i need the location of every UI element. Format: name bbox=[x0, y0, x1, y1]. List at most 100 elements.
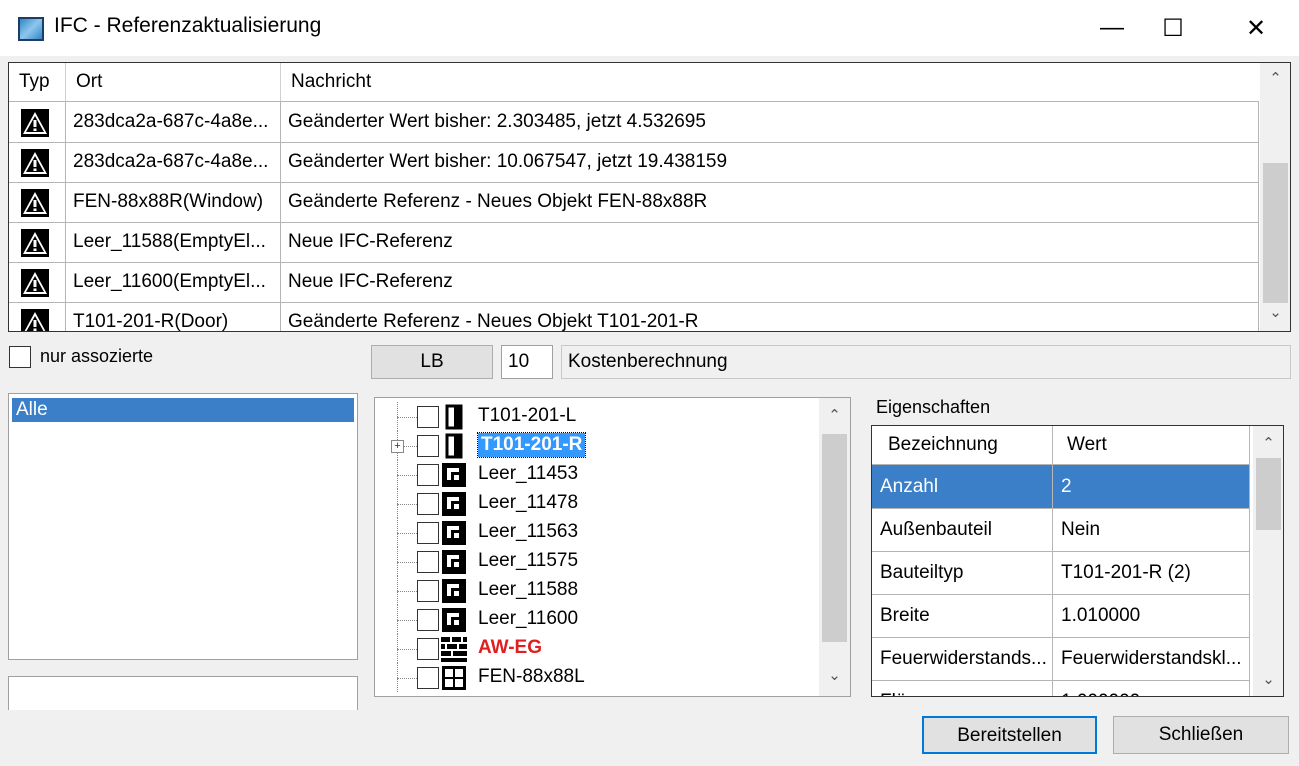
tree-item[interactable]: AW-EG bbox=[375, 634, 815, 663]
tree-line bbox=[397, 649, 417, 650]
properties-scrollbar[interactable]: ⌃ ⌄ bbox=[1253, 426, 1283, 696]
tree-item[interactable]: Leer_11453 bbox=[375, 460, 815, 489]
properties-grid[interactable]: Bezeichnung Wert Anzahl 2 Außenbauteil Nein… bbox=[871, 425, 1284, 697]
tree-item[interactable]: FEN-88x88L bbox=[375, 663, 815, 692]
message-grid-scrollbar[interactable]: ⌃ ⌄ bbox=[1260, 63, 1290, 331]
element-tree[interactable]: T101-201-L + T101-201-R Leer_11453 Leer_1147… bbox=[374, 397, 851, 697]
props-scroll-down-arrow-icon[interactable]: ⌄ bbox=[1253, 670, 1283, 688]
tree-item-label: Leer_11575 bbox=[478, 550, 579, 571]
tree-item-label: FEN-88x88L bbox=[478, 666, 585, 687]
property-row[interactable]: Anzahl 2 bbox=[872, 465, 1250, 509]
lb-button[interactable]: LB bbox=[371, 345, 493, 379]
nachricht-cell: Neue IFC-Referenz bbox=[281, 222, 1259, 262]
column-header-ort[interactable]: Ort bbox=[66, 63, 281, 101]
tree-line bbox=[397, 591, 417, 592]
tree-item-checkbox[interactable] bbox=[417, 667, 439, 689]
props-scroll-up-arrow-icon[interactable]: ⌃ bbox=[1253, 434, 1283, 452]
tree-item[interactable]: Leer_11563 bbox=[375, 518, 815, 547]
minimize-button[interactable]: — bbox=[1082, 0, 1142, 56]
tree-scroll-up-arrow-icon[interactable]: ⌃ bbox=[819, 406, 850, 424]
ort-cell: Leer_11588(EmptyEl... bbox=[66, 222, 281, 262]
empty-element-icon bbox=[441, 549, 467, 575]
schliessen-button[interactable]: Schließen bbox=[1113, 716, 1289, 754]
tree-item-checkbox[interactable] bbox=[417, 580, 439, 602]
property-value: Nein bbox=[1053, 508, 1250, 551]
scrollbar-thumb[interactable] bbox=[1263, 163, 1288, 303]
bereitstellen-button[interactable]: Bereitstellen bbox=[922, 716, 1097, 754]
secondary-list[interactable] bbox=[8, 676, 358, 710]
column-header-wert[interactable]: Wert bbox=[1053, 426, 1250, 464]
tree-item[interactable]: T101-201-L bbox=[375, 402, 815, 431]
typ-cell bbox=[9, 102, 66, 142]
nachricht-cell: Geänderte Referenz - Neues Objekt T101-2… bbox=[281, 302, 1259, 331]
table-row[interactable]: T101-201-R(Door) Geänderte Referenz - Neu… bbox=[9, 302, 1259, 331]
maximize-button[interactable]: ☐ bbox=[1143, 0, 1203, 56]
tree-item-label: Leer_11588 bbox=[478, 579, 579, 600]
tree-item-checkbox[interactable] bbox=[417, 522, 439, 544]
tree-item-label: Leer_11453 bbox=[478, 463, 579, 484]
tree-item[interactable]: Leer_11575 bbox=[375, 547, 815, 576]
tree-item-checkbox[interactable] bbox=[417, 609, 439, 631]
property-row[interactable]: Flä...1.000000 bbox=[872, 680, 1250, 696]
table-row[interactable]: 283dca2a-687c-4a8e... Geänderter Wert bis… bbox=[9, 142, 1259, 183]
list-item-alle[interactable]: Alle bbox=[12, 398, 354, 422]
door-icon bbox=[441, 433, 467, 459]
tree-item-checkbox[interactable] bbox=[417, 435, 439, 457]
tree-line bbox=[397, 475, 417, 476]
empty-element-icon bbox=[441, 462, 467, 488]
property-name: Bauteiltyp bbox=[872, 551, 1053, 594]
message-grid[interactable]: Typ Ort Nachricht 283dca2a-687c-4a8e... G… bbox=[8, 62, 1291, 332]
lb-number-field[interactable]: 10 bbox=[501, 345, 553, 379]
close-button[interactable]: ✕ bbox=[1226, 0, 1286, 56]
empty-element-icon bbox=[441, 491, 467, 517]
warning-icon bbox=[21, 229, 49, 257]
tree-line bbox=[397, 562, 417, 563]
table-row[interactable]: Leer_11588(EmptyEl... Neue IFC-Referenz bbox=[9, 222, 1259, 263]
title-bar: IFC - Referenzaktualisierung — ☐ ✕ bbox=[0, 0, 1299, 56]
table-row[interactable]: 283dca2a-687c-4a8e... Geänderter Wert bis… bbox=[9, 102, 1259, 143]
props-scrollbar-thumb[interactable] bbox=[1256, 458, 1281, 530]
scroll-down-arrow-icon[interactable]: ⌄ bbox=[1260, 303, 1290, 321]
property-value: 2 bbox=[1053, 465, 1250, 508]
tree-line bbox=[397, 504, 417, 505]
tree-scrollbar[interactable]: ⌃ ⌄ bbox=[819, 398, 850, 696]
tree-item-checkbox[interactable] bbox=[417, 406, 439, 428]
expand-icon[interactable]: + bbox=[391, 440, 404, 453]
tree-item[interactable]: Leer_11588 bbox=[375, 576, 815, 605]
tree-line bbox=[397, 417, 417, 418]
scroll-up-arrow-icon[interactable]: ⌃ bbox=[1260, 69, 1290, 87]
tree-scroll-down-arrow-icon[interactable]: ⌄ bbox=[819, 666, 850, 684]
property-row[interactable]: Bauteiltyp T101-201-R (2) bbox=[872, 551, 1250, 595]
tree-item[interactable]: Leer_11478 bbox=[375, 489, 815, 518]
tree-item[interactable]: Leer_11600 bbox=[375, 605, 815, 634]
column-header-nachricht[interactable]: Nachricht bbox=[281, 63, 1259, 101]
typ-cell bbox=[9, 262, 66, 302]
warning-icon bbox=[21, 109, 49, 137]
ort-cell: 283dca2a-687c-4a8e... bbox=[66, 102, 281, 142]
empty-element-icon bbox=[441, 607, 467, 633]
tree-scrollbar-thumb[interactable] bbox=[822, 434, 847, 642]
filter-list[interactable]: Alle bbox=[8, 393, 358, 660]
warning-icon bbox=[21, 309, 49, 331]
tree-line bbox=[397, 533, 417, 534]
nachricht-cell: Geänderter Wert bisher: 2.303485, jetzt … bbox=[281, 102, 1259, 142]
warning-icon bbox=[21, 189, 49, 217]
warning-icon bbox=[21, 269, 49, 297]
property-row[interactable]: Feuerwiderstands... Feuerwiderstandskl... bbox=[872, 637, 1250, 681]
property-value: T101-201-R (2) bbox=[1053, 551, 1250, 594]
property-row[interactable]: Außenbauteil Nein bbox=[872, 508, 1250, 552]
column-header-typ[interactable]: Typ bbox=[9, 63, 66, 101]
tree-item-checkbox[interactable] bbox=[417, 551, 439, 573]
tree-item-checkbox[interactable] bbox=[417, 464, 439, 486]
empty-element-icon bbox=[441, 520, 467, 546]
tree-item[interactable]: + T101-201-R bbox=[375, 431, 815, 460]
tree-item-checkbox[interactable] bbox=[417, 493, 439, 515]
table-row[interactable]: FEN-88x88R(Window) Geänderte Referenz - N… bbox=[9, 182, 1259, 223]
column-header-bezeichnung[interactable]: Bezeichnung bbox=[872, 426, 1053, 464]
tree-item-checkbox[interactable] bbox=[417, 638, 439, 660]
warning-icon bbox=[21, 149, 49, 177]
property-row[interactable]: Breite 1.010000 bbox=[872, 594, 1250, 638]
nur-assoziierte-checkbox[interactable] bbox=[9, 346, 31, 368]
tree-item-label: Leer_11563 bbox=[478, 521, 579, 542]
table-row[interactable]: Leer_11600(EmptyEl... Neue IFC-Referenz bbox=[9, 262, 1259, 303]
